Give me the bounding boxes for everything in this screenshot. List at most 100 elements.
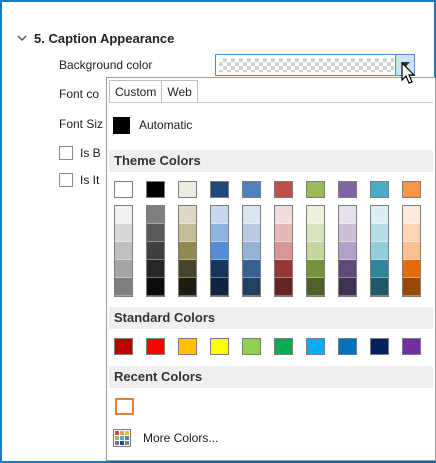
theme-shade-swatch[interactable] xyxy=(307,278,324,296)
theme-shade-swatch[interactable] xyxy=(371,206,388,224)
theme-shade-swatch[interactable] xyxy=(243,260,260,278)
theme-shade-swatch[interactable] xyxy=(339,242,356,260)
font-size-label: Font Siz xyxy=(59,117,104,131)
automatic-swatch xyxy=(113,116,130,134)
property-panel: 5. Caption Appearance Background color F… xyxy=(0,0,436,463)
color-grid-icon xyxy=(113,429,131,447)
theme-shade-swatch[interactable] xyxy=(403,260,420,278)
theme-shade-swatch[interactable] xyxy=(403,242,420,260)
is-italic-row: Is It xyxy=(59,172,99,188)
standard-color-swatch[interactable] xyxy=(274,338,293,355)
theme-shade-swatch[interactable] xyxy=(179,278,196,296)
theme-shade-swatch[interactable] xyxy=(115,242,132,260)
theme-shade-swatch[interactable] xyxy=(371,260,388,278)
theme-shade-column xyxy=(306,205,325,297)
is-bold-row: Is B xyxy=(59,145,101,161)
theme-shade-swatch[interactable] xyxy=(147,224,164,242)
theme-color-swatch[interactable] xyxy=(146,181,165,198)
automatic-color-option[interactable]: Automatic xyxy=(113,116,192,134)
theme-shade-swatch[interactable] xyxy=(211,224,228,242)
standard-color-swatch[interactable] xyxy=(370,338,389,355)
theme-shade-swatch[interactable] xyxy=(403,206,420,224)
theme-color-swatch[interactable] xyxy=(274,181,293,198)
theme-shade-swatch[interactable] xyxy=(147,206,164,224)
theme-shade-swatch[interactable] xyxy=(307,242,324,260)
theme-shade-swatch[interactable] xyxy=(211,260,228,278)
theme-shade-swatch[interactable] xyxy=(243,224,260,242)
chevron-down-icon[interactable] xyxy=(16,32,28,44)
theme-shade-swatch[interactable] xyxy=(403,224,420,242)
theme-shade-swatch[interactable] xyxy=(179,224,196,242)
theme-shade-column xyxy=(210,205,229,297)
theme-color-swatch[interactable] xyxy=(306,181,325,198)
theme-shade-swatch[interactable] xyxy=(115,206,132,224)
theme-shade-swatch[interactable] xyxy=(275,224,292,242)
theme-shade-swatch[interactable] xyxy=(243,278,260,296)
theme-shade-swatch[interactable] xyxy=(115,260,132,278)
section-title: 5. Caption Appearance xyxy=(34,30,175,46)
theme-shade-swatch[interactable] xyxy=(275,206,292,224)
theme-shade-swatch[interactable] xyxy=(211,278,228,296)
theme-shade-swatch[interactable] xyxy=(371,278,388,296)
theme-shade-swatch[interactable] xyxy=(115,224,132,242)
theme-color-swatch[interactable] xyxy=(402,181,421,198)
theme-color-swatch[interactable] xyxy=(242,181,261,198)
theme-shade-swatch[interactable] xyxy=(179,242,196,260)
theme-shade-swatch[interactable] xyxy=(179,260,196,278)
theme-color-swatch[interactable] xyxy=(338,181,357,198)
theme-shade-swatch[interactable] xyxy=(243,206,260,224)
theme-shade-swatch[interactable] xyxy=(147,242,164,260)
recent-colors-header: Recent Colors xyxy=(109,366,433,388)
theme-shade-column xyxy=(146,205,165,297)
theme-color-swatch[interactable] xyxy=(370,181,389,198)
theme-shade-swatch[interactable] xyxy=(339,206,356,224)
tab-custom[interactable]: Custom xyxy=(109,80,163,102)
more-colors-option[interactable]: More Colors... xyxy=(113,429,218,447)
standard-color-swatch[interactable] xyxy=(210,338,229,355)
theme-shade-swatch[interactable] xyxy=(307,260,324,278)
standard-color-swatch[interactable] xyxy=(242,338,261,355)
is-italic-label: Is It xyxy=(80,173,100,187)
is-italic-checkbox[interactable] xyxy=(59,173,73,187)
background-color-picker[interactable] xyxy=(215,54,415,76)
standard-color-swatch[interactable] xyxy=(146,338,165,355)
is-bold-checkbox[interactable] xyxy=(59,146,73,160)
theme-shade-swatch[interactable] xyxy=(307,224,324,242)
mouse-cursor-icon xyxy=(401,62,416,84)
theme-shade-swatch[interactable] xyxy=(275,260,292,278)
font-color-label: Font co xyxy=(59,87,100,101)
theme-shade-swatch[interactable] xyxy=(115,278,132,296)
theme-shade-swatch[interactable] xyxy=(307,206,324,224)
theme-color-swatch[interactable] xyxy=(210,181,229,198)
theme-shade-swatch[interactable] xyxy=(371,224,388,242)
theme-color-swatch[interactable] xyxy=(178,181,197,198)
theme-shade-swatch[interactable] xyxy=(275,242,292,260)
theme-shade-swatch[interactable] xyxy=(211,242,228,260)
theme-shade-swatch[interactable] xyxy=(211,206,228,224)
automatic-label: Automatic xyxy=(139,118,193,132)
theme-shade-swatch[interactable] xyxy=(339,224,356,242)
section-header[interactable]: 5. Caption Appearance xyxy=(16,29,174,47)
standard-color-swatch[interactable] xyxy=(178,338,197,355)
theme-color-swatch[interactable] xyxy=(114,181,133,198)
theme-shade-swatch[interactable] xyxy=(339,260,356,278)
more-colors-label: More Colors... xyxy=(143,431,219,445)
recent-color-swatch[interactable] xyxy=(115,398,134,415)
standard-color-swatch[interactable] xyxy=(338,338,357,355)
theme-shade-column xyxy=(114,205,133,297)
standard-color-swatch[interactable] xyxy=(114,338,133,355)
is-bold-label: Is B xyxy=(80,146,101,160)
theme-shade-column xyxy=(338,205,357,297)
theme-shade-swatch[interactable] xyxy=(275,278,292,296)
theme-shade-swatch[interactable] xyxy=(147,260,164,278)
theme-shade-swatch[interactable] xyxy=(243,242,260,260)
theme-shade-swatch[interactable] xyxy=(147,278,164,296)
tab-web[interactable]: Web xyxy=(162,80,198,102)
theme-shade-swatch[interactable] xyxy=(339,278,356,296)
standard-color-swatch[interactable] xyxy=(306,338,325,355)
color-picker-popup: Custom Web Automatic Theme Colors Standa… xyxy=(106,77,436,461)
standard-color-swatch[interactable] xyxy=(402,338,421,355)
theme-shade-swatch[interactable] xyxy=(371,242,388,260)
theme-shade-swatch[interactable] xyxy=(403,278,420,296)
theme-shade-swatch[interactable] xyxy=(179,206,196,224)
